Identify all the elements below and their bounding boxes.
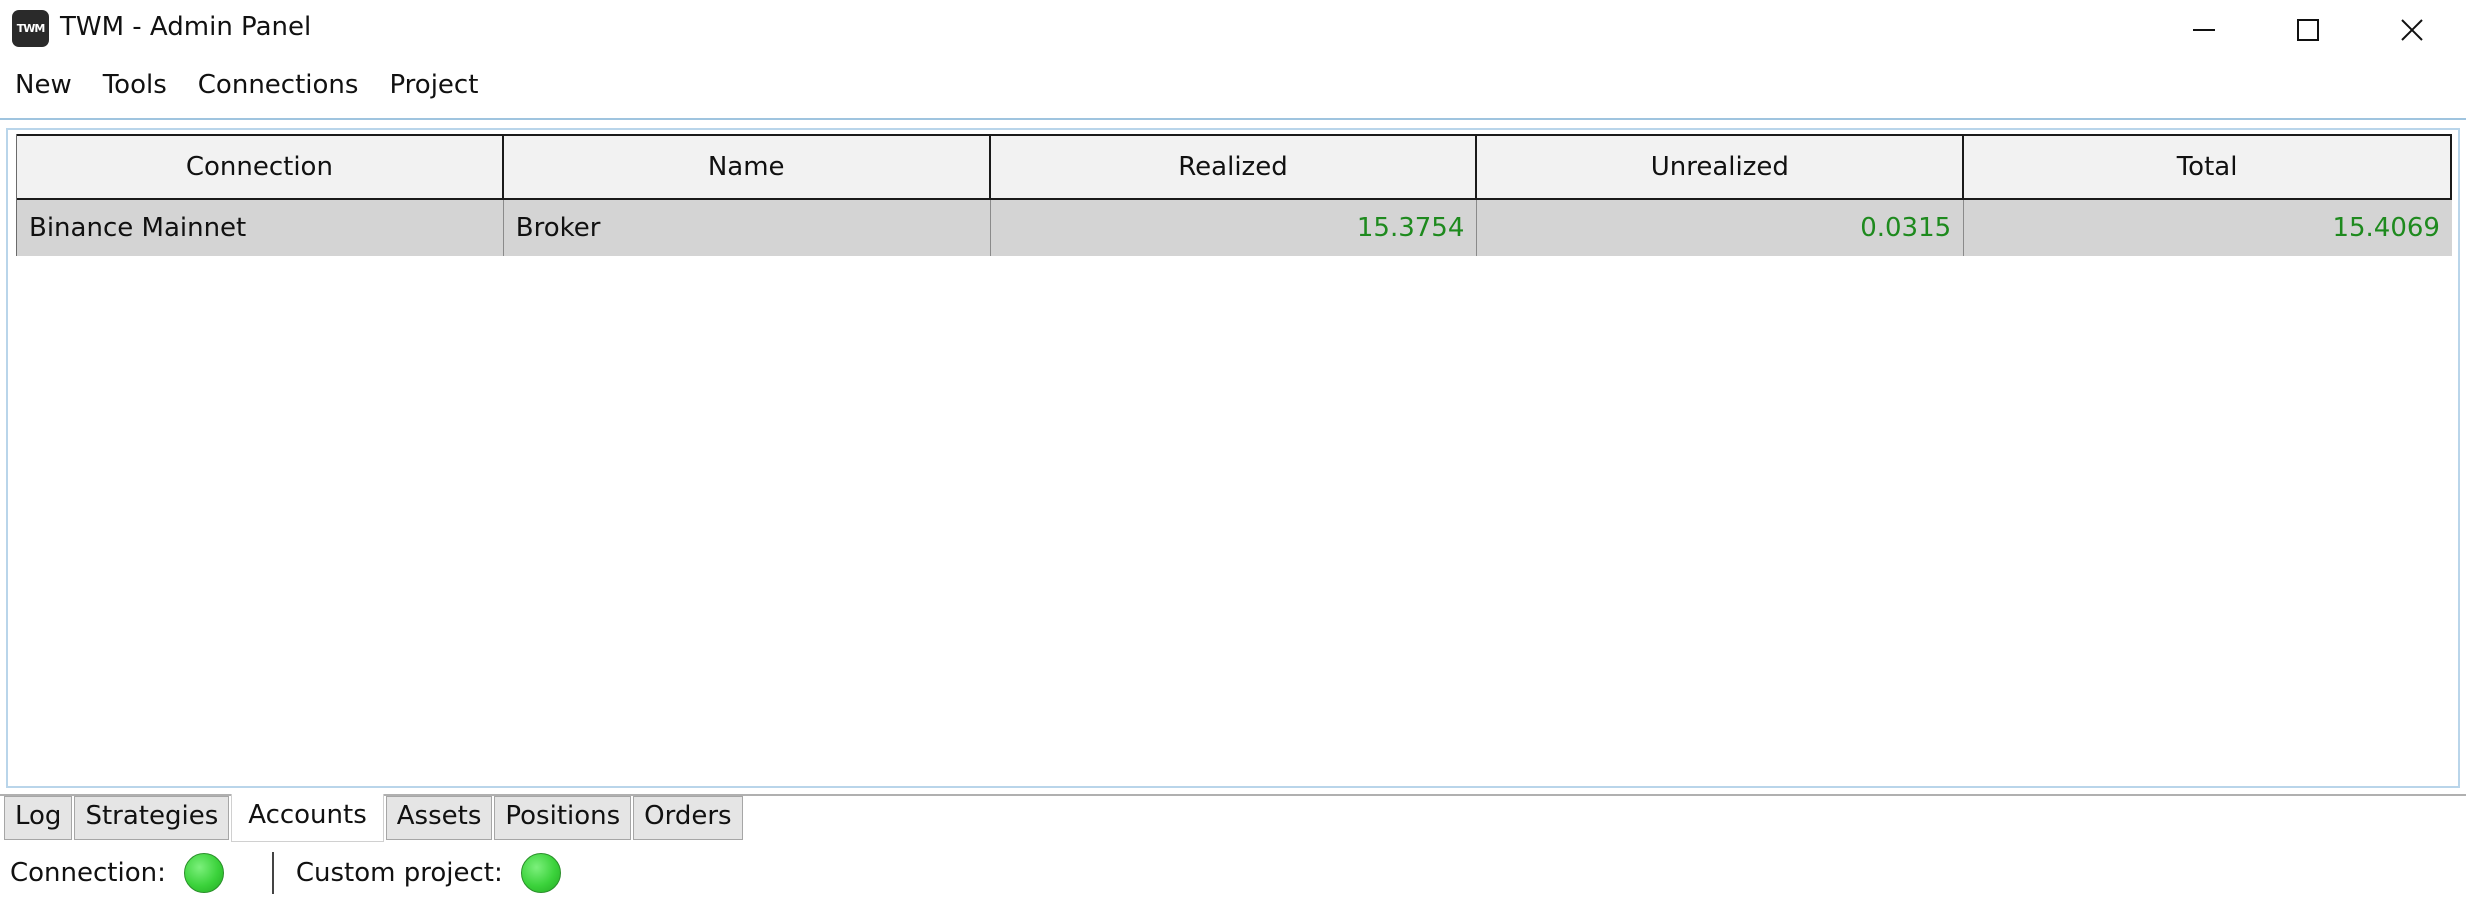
- minimize-icon: [2193, 29, 2215, 31]
- custom-project-status-label: Custom project:: [295, 858, 503, 888]
- column-header-unrealized[interactable]: Unrealized: [1477, 136, 1965, 198]
- tab-positions[interactable]: Positions: [494, 796, 632, 840]
- cell-total: 15.4069: [2332, 213, 2440, 243]
- table-row[interactable]: Binance Mainnet Broker 15.3754 0.0315 15…: [17, 200, 2452, 256]
- tab-assets[interactable]: Assets: [385, 796, 493, 840]
- connection-status-indicator: [183, 853, 224, 893]
- cell-unrealized: 0.0315: [1477, 200, 1965, 256]
- menu-tools[interactable]: Tools: [88, 64, 183, 108]
- tab-strategies[interactable]: Strategies: [74, 796, 230, 840]
- accounts-panel: Connection Name Realized Unrealized Tota…: [6, 128, 2460, 788]
- status-bar: Connection: Custom project:: [0, 850, 561, 896]
- column-header-connection[interactable]: Connection: [17, 136, 504, 198]
- title-bar: TWM TWM - Admin Panel: [0, 0, 2466, 62]
- tab-orders[interactable]: Orders: [633, 796, 743, 840]
- tab-accounts[interactable]: Accounts: [231, 794, 384, 842]
- accounts-grid: Connection Name Realized Unrealized Tota…: [16, 134, 2452, 256]
- tab-log[interactable]: Log: [4, 796, 73, 840]
- maximize-button[interactable]: [2256, 0, 2360, 60]
- menu-new[interactable]: New: [0, 64, 88, 108]
- grid-header: Connection Name Realized Unrealized Tota…: [17, 134, 2452, 200]
- cell-connection: Binance Mainnet: [17, 200, 504, 256]
- app-logo-icon: TWM: [12, 10, 49, 47]
- menu-project[interactable]: Project: [374, 64, 494, 108]
- column-header-total[interactable]: Total: [1964, 136, 2452, 198]
- close-icon: [2401, 19, 2423, 41]
- admin-panel-window: TWM TWM - Admin Panel New Tools Connecti…: [0, 0, 2466, 904]
- menu-connections[interactable]: Connections: [183, 64, 375, 108]
- bottom-tab-strip: Log Strategies Accounts Assets Positions…: [4, 794, 745, 842]
- menu-divider: [0, 118, 2466, 120]
- window-title: TWM - Admin Panel: [60, 12, 312, 42]
- close-button[interactable]: [2360, 0, 2464, 60]
- maximize-icon: [2297, 19, 2319, 41]
- connection-status-label: Connection:: [10, 858, 166, 888]
- minimize-button[interactable]: [2152, 0, 2256, 60]
- menu-bar: New Tools Connections Project: [0, 64, 494, 108]
- column-header-name[interactable]: Name: [504, 136, 991, 198]
- cell-name: Broker: [504, 200, 991, 256]
- cell-realized: 15.3754: [991, 200, 1478, 256]
- custom-project-status-indicator: [520, 853, 561, 893]
- status-separator: [271, 852, 274, 894]
- column-header-realized[interactable]: Realized: [991, 136, 1478, 198]
